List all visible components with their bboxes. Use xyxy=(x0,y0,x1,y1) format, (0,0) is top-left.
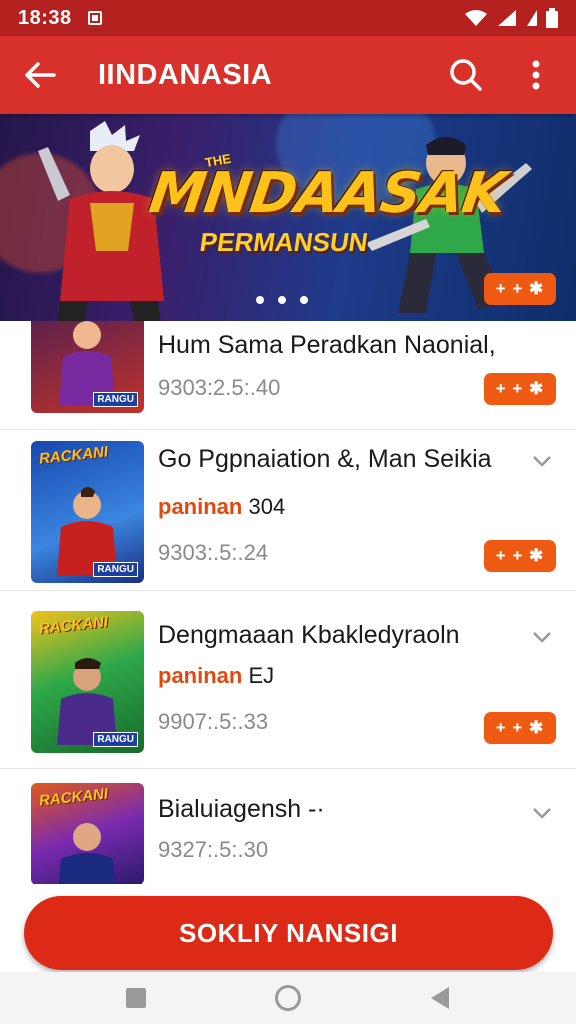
app-actions xyxy=(446,55,556,95)
status-icons xyxy=(464,8,558,28)
list-item[interactable]: RACKANI RANGU Go Pgpnaiation &, Man Seik… xyxy=(0,430,576,591)
signal-icon-2 xyxy=(527,10,537,26)
primary-cta-button[interactable]: SOKLIY NANSIGI xyxy=(24,896,553,970)
item-title: Dengmaaan Kbakledyraoln xyxy=(158,621,460,649)
more-button[interactable] xyxy=(516,55,556,95)
signal-icon xyxy=(498,10,516,26)
banner-dot-3[interactable] xyxy=(300,296,308,304)
banner-title: MNDAASAK xyxy=(145,161,510,226)
square-icon xyxy=(126,988,146,1008)
list-item[interactable]: RACKANI RANGU Dengmaaan Kbakledyraoln pa… xyxy=(0,591,576,769)
banner-dot-2[interactable] xyxy=(278,296,286,304)
notification-icon xyxy=(87,11,102,25)
wifi-icon xyxy=(465,10,487,26)
chevron-down-icon[interactable] xyxy=(532,631,552,643)
item-subtitle: paninan EJ xyxy=(158,663,274,689)
chevron-down-icon[interactable] xyxy=(532,807,552,819)
item-subtitle: paninan 304 xyxy=(158,494,285,520)
item-action-chip[interactable]: + + ✱ xyxy=(484,540,556,572)
banner-subtitle: PERMANSUN xyxy=(197,227,370,257)
thumbnail-character xyxy=(58,823,116,885)
thumbnail-brand: RACKANI xyxy=(38,443,109,468)
status-time: 18:38 xyxy=(18,6,72,29)
item-title: Hum Sama Peradkan Naonial, xyxy=(158,331,496,359)
banner-pagination[interactable] xyxy=(256,296,308,304)
item-title: Bialuiagensh -· xyxy=(158,795,325,823)
recents-button[interactable] xyxy=(116,978,156,1018)
search-icon xyxy=(450,59,482,91)
thumbnail-tag: RANGU xyxy=(93,392,138,407)
item-meta: 9907:.5:.33 xyxy=(158,709,269,734)
banner-dot-1[interactable] xyxy=(256,296,264,304)
list-item[interactable]: RANGU Hum Sama Peradkan Naonial, 9303:2.… xyxy=(0,271,576,430)
item-thumbnail: RACKANI RANGU xyxy=(31,611,144,753)
item-title: Go Pgpnaiation &, Man Seikia xyxy=(158,445,492,473)
thumbnail-tag: RANGU xyxy=(93,562,138,577)
status-bar: 18:38 xyxy=(0,0,576,36)
battery-icon xyxy=(546,8,558,28)
list-item[interactable]: RACKANI Bialuiagensh -· 9327:.5:.30 xyxy=(0,769,576,885)
app-bar: IINDANASIA xyxy=(0,36,576,114)
item-subtitle-accent: paninan xyxy=(158,494,243,519)
circle-icon xyxy=(275,985,301,1011)
cta-container: SOKLIY NANSIGI xyxy=(0,884,576,972)
item-subtitle-accent: paninan xyxy=(158,663,243,688)
back-button[interactable] xyxy=(20,55,60,95)
item-subtitle-value: EJ xyxy=(248,663,275,688)
back-arrow-icon xyxy=(25,62,56,88)
back-nav-button[interactable] xyxy=(420,978,460,1018)
triangle-back-icon xyxy=(431,987,449,1009)
item-action-chip[interactable]: + + ✱ xyxy=(484,712,556,744)
item-action-chip[interactable]: + + ✱ xyxy=(484,373,556,405)
system-nav-bar xyxy=(0,972,576,1024)
item-thumbnail: RACKANI RANGU xyxy=(31,441,144,583)
item-meta: 9303:.5:.24 xyxy=(158,540,269,565)
item-subtitle-value: 304 xyxy=(248,494,286,519)
chevron-down-icon[interactable] xyxy=(532,455,552,467)
thumbnail-brand: RACKANI xyxy=(38,613,109,638)
item-thumbnail: RACKANI xyxy=(31,783,144,885)
thumbnail-tag: RANGU xyxy=(93,732,138,747)
search-button[interactable] xyxy=(446,55,486,95)
banner-action-chip[interactable]: + + ✱ xyxy=(484,273,556,305)
featured-banner[interactable]: THE MNDAASAK PERMANSUN + + ✱ xyxy=(0,113,576,321)
more-vert-icon xyxy=(532,60,540,90)
app-title: IINDANASIA xyxy=(98,58,273,91)
home-button[interactable] xyxy=(268,978,308,1018)
thumbnail-brand: RACKANI xyxy=(38,785,109,810)
item-meta: 9303:2.5:.40 xyxy=(158,375,281,400)
item-meta: 9327:.5:.30 xyxy=(158,837,269,862)
